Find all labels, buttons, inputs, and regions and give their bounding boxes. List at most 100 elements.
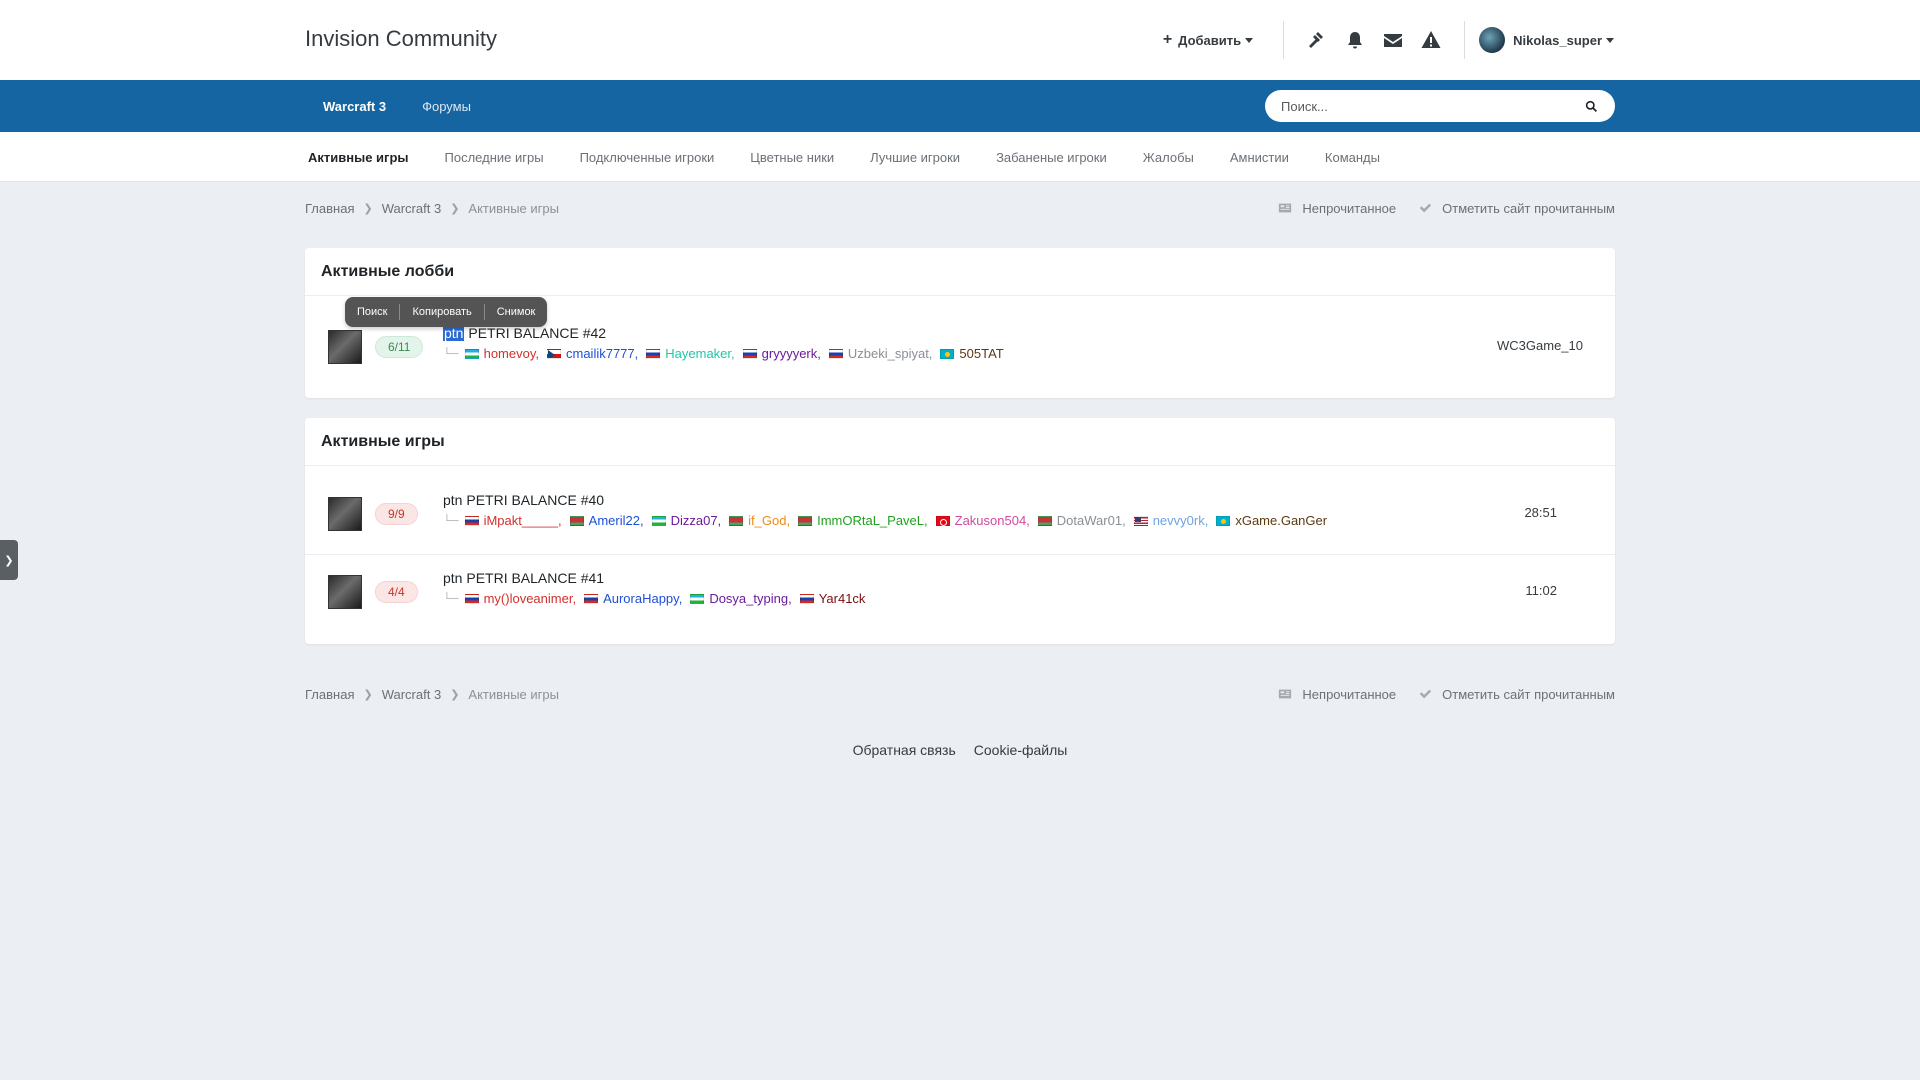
player[interactable]: DotaWar01, xyxy=(1037,513,1126,528)
plus-icon: + xyxy=(1162,31,1173,48)
search-icon[interactable] xyxy=(1583,98,1599,114)
ctx-snapshot[interactable]: Снимок xyxy=(483,304,548,320)
game-name[interactable]: ptn PETRI BALANCE #40 xyxy=(443,492,604,508)
player[interactable]: my()loveanimer, xyxy=(464,591,576,606)
footer-feedback-link[interactable]: Обратная связь xyxy=(853,742,956,758)
flag-ru-icon xyxy=(646,348,661,359)
secondary-nav-bar: Активные игры Последние игры Подключенны… xyxy=(0,132,1920,182)
nav-item-forums[interactable]: Форумы xyxy=(404,80,489,132)
gavel-icon[interactable] xyxy=(1298,21,1336,59)
tab-best-players[interactable]: Лучшие игроки xyxy=(852,132,978,182)
breadcrumb-current: Активные игры xyxy=(468,686,559,702)
unread-label: Непрочитанное xyxy=(1302,686,1397,702)
search-input[interactable] xyxy=(1281,98,1583,114)
player[interactable]: cmailik7777, xyxy=(547,346,638,361)
add-button[interactable]: + Добавить xyxy=(1162,31,1254,49)
footer-links: Обратная связь Cookie-файлы xyxy=(0,742,1920,758)
player[interactable]: AuroraHappy, xyxy=(584,591,682,606)
unread-link[interactable]: Непрочитанное xyxy=(1278,687,1396,702)
player[interactable]: ImmORtaL_PaveL, xyxy=(798,513,928,528)
flag-kz-icon xyxy=(940,348,955,359)
breadcrumb-home[interactable]: Главная xyxy=(305,201,354,216)
player[interactable]: 505TAT xyxy=(940,346,1004,361)
player[interactable]: Uzbeki_spiyat, xyxy=(828,346,932,361)
player[interactable]: if_God, xyxy=(729,513,790,528)
warning-icon[interactable] xyxy=(1412,21,1450,59)
flag-by-icon xyxy=(1037,515,1052,526)
flag-us-icon xyxy=(1133,515,1148,526)
tab-recent-games[interactable]: Последние игры xyxy=(427,132,562,182)
game-name[interactable]: ptn PETRI BALANCE #41 xyxy=(443,570,604,586)
tree-branch-icon: └─ xyxy=(443,514,459,527)
check-icon xyxy=(1419,689,1432,699)
chevron-right-icon: ❯ xyxy=(363,202,373,215)
caret-down-icon xyxy=(1606,37,1614,43)
player[interactable]: xGame.GanGer xyxy=(1216,513,1327,528)
primary-nav-bar: Warcraft 3 Форумы xyxy=(0,80,1920,132)
unread-label: Непрочитанное xyxy=(1302,200,1397,216)
nav-item-warcraft3[interactable]: Warcraft 3 xyxy=(305,80,404,132)
mark-read-link[interactable]: Отметить сайт прочитанным xyxy=(1418,201,1615,216)
ctx-copy[interactable]: Копировать xyxy=(399,304,483,320)
footer-cookies-link[interactable]: Cookie-файлы xyxy=(974,742,1068,758)
tab-connected-players[interactable]: Подключенные игроки xyxy=(562,132,733,182)
flag-uz-icon xyxy=(651,515,666,526)
game-time: 11:02 xyxy=(1525,583,1557,598)
game-row[interactable]: 9/9 ptn PETRI BALANCE #40 └─ iMpakt_____… xyxy=(305,476,1615,554)
player[interactable]: iMpakt_____, xyxy=(464,513,562,528)
breadcrumb-actions: Непрочитанное Отметить сайт прочитанным xyxy=(1256,201,1615,216)
mark-read-link[interactable]: Отметить сайт прочитанным xyxy=(1418,687,1615,702)
breadcrumb-warcraft3[interactable]: Warcraft 3 xyxy=(382,687,441,702)
game-avatar xyxy=(328,330,362,364)
site-header: Invision Community + Добавить Nikolas_su… xyxy=(0,0,1920,80)
breadcrumb-home[interactable]: Главная xyxy=(305,687,354,702)
player[interactable]: Zakuson504, xyxy=(935,513,1030,528)
sidebar-toggle[interactable]: ❯ xyxy=(0,540,18,580)
site-logo[interactable]: Invision Community xyxy=(305,26,497,52)
player[interactable]: Yar41ck xyxy=(799,591,865,606)
user-menu[interactable]: Nikolas_super xyxy=(1479,27,1614,53)
player[interactable]: nevvy0rk, xyxy=(1133,513,1208,528)
player[interactable]: gryyyyerk, xyxy=(742,346,821,361)
user-nav: + Добавить Nikolas_super xyxy=(1163,0,1614,80)
avatar xyxy=(1479,27,1506,53)
games-title: Активные игры xyxy=(305,418,1615,466)
caret-down-icon xyxy=(1245,37,1254,43)
breadcrumb-row-top: Главная ❯ Warcraft 3 ❯ Активные игры Неп… xyxy=(305,198,1615,218)
flag-ru-icon xyxy=(828,348,843,359)
tab-complaints[interactable]: Жалобы xyxy=(1125,132,1212,182)
flag-cz-icon xyxy=(547,348,561,359)
divider xyxy=(1464,21,1466,59)
tab-banned-players[interactable]: Забаненые игроки xyxy=(978,132,1125,182)
tab-amnesties[interactable]: Амнистии xyxy=(1212,132,1307,182)
game-row[interactable]: 4/4 ptn PETRI BALANCE #41 └─ my()loveani… xyxy=(305,554,1615,632)
primary-nav: Warcraft 3 Форумы xyxy=(305,80,489,132)
flag-tr-icon xyxy=(935,515,950,526)
tab-active-games[interactable]: Активные игры xyxy=(305,132,427,182)
player[interactable]: Ameril22, xyxy=(569,513,644,528)
ctx-search[interactable]: Поиск xyxy=(345,304,399,320)
flag-by-icon xyxy=(569,515,584,526)
slots-badge: 9/9 xyxy=(375,503,418,525)
player[interactable]: Hayemaker, xyxy=(646,346,735,361)
breadcrumb-actions: Непрочитанное Отметить сайт прочитанным xyxy=(1256,687,1615,702)
tab-colored-nicks[interactable]: Цветные ники xyxy=(732,132,852,182)
flag-uz-icon xyxy=(464,348,479,359)
lobby-name-rest: PETRI BALANCE #42 xyxy=(464,325,607,341)
game-avatar xyxy=(328,575,362,609)
chevron-right-icon: ❯ xyxy=(450,202,460,215)
player[interactable]: Dizza07, xyxy=(651,513,721,528)
player[interactable]: Dosya_typing, xyxy=(690,591,792,606)
tab-teams[interactable]: Команды xyxy=(1307,132,1398,182)
lobby-name[interactable]: ptn PETRI BALANCE #42 xyxy=(443,325,606,341)
breadcrumb: Главная ❯ Warcraft 3 ❯ Активные игры xyxy=(305,687,559,702)
player[interactable]: homevoy, xyxy=(464,346,539,361)
bell-icon[interactable] xyxy=(1336,21,1374,59)
mark-read-label: Отметить сайт прочитанным xyxy=(1442,200,1615,216)
unread-link[interactable]: Непрочитанное xyxy=(1278,201,1396,216)
chevron-right-icon: ❯ xyxy=(363,688,373,701)
breadcrumb-warcraft3[interactable]: Warcraft 3 xyxy=(382,201,441,216)
envelope-icon[interactable] xyxy=(1374,21,1412,59)
add-label: Добавить xyxy=(1178,32,1242,48)
player-list: └─ iMpakt_____, Ameril22, Dizza07, if_Go… xyxy=(443,513,1335,528)
